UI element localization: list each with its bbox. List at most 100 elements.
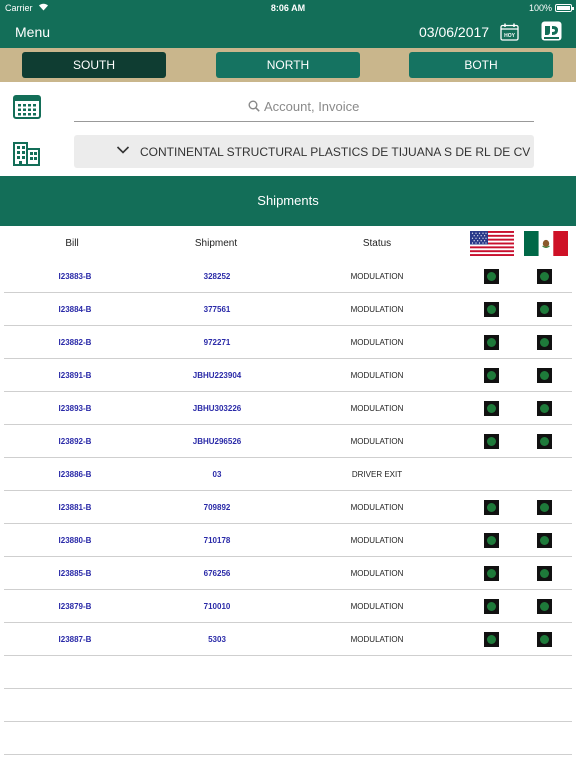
search-input[interactable]: [264, 96, 524, 116]
shipment-link[interactable]: 972271: [162, 338, 272, 347]
table-row[interactable]: I23892-B JBHU296526 MODULATION: [4, 425, 572, 458]
us-status-indicator: [484, 566, 499, 581]
status-label: MODULATION: [350, 437, 404, 446]
shipment-link[interactable]: 377561: [162, 305, 272, 314]
mexico-flag-icon: [524, 231, 568, 256]
battery-percent: 100%: [528, 3, 552, 13]
mx-status-indicator: [537, 302, 552, 317]
clock-label: 8:06 AM: [270, 3, 306, 13]
mx-status-indicator: [537, 434, 552, 449]
hoy-label: HOY: [504, 33, 516, 39]
mx-status-indicator: [537, 599, 552, 614]
us-flag-icon: [470, 231, 514, 256]
us-status-indicator: [484, 533, 499, 548]
us-status-indicator: [484, 302, 499, 317]
bill-link[interactable]: I23891-B: [32, 371, 118, 380]
table-row[interactable]: I23879-B 710010 MODULATION: [4, 590, 572, 623]
status-label: MODULATION: [350, 272, 404, 281]
segment-both[interactable]: BOTH: [409, 52, 553, 78]
date-label: 03/06/2017: [419, 24, 490, 40]
client-dropdown[interactable]: CONTINENTAL STRUCTURAL PLASTICS DE TIJUA…: [74, 135, 534, 168]
us-status-indicator: [484, 434, 499, 449]
shipments-header: Shipments: [0, 176, 576, 226]
bill-link[interactable]: I23885-B: [32, 569, 118, 578]
battery-icon: [555, 4, 574, 12]
status-label: MODULATION: [350, 536, 404, 545]
shipment-link[interactable]: JBHU223904: [162, 371, 272, 380]
table-row[interactable]: I23885-B 676256 MODULATION: [4, 557, 572, 590]
shipment-link[interactable]: 709892: [162, 503, 272, 512]
nav-bar: Menu 03/06/2017 HOY: [0, 16, 576, 48]
status-label: MODULATION: [350, 569, 404, 578]
table-row[interactable]: I23883-B 328252 MODULATION: [4, 260, 572, 293]
mx-status-indicator: [537, 500, 552, 515]
table-row[interactable]: I23881-B 709892 MODULATION: [4, 491, 572, 524]
shipment-link[interactable]: 03: [162, 470, 272, 479]
bill-link[interactable]: I23886-B: [32, 470, 118, 479]
status-label: MODULATION: [350, 404, 404, 413]
client-name: CONTINENTAL STRUCTURAL PLASTICS DE TIJUA…: [140, 145, 531, 159]
bill-link[interactable]: I23884-B: [32, 305, 118, 314]
segment-south[interactable]: SOUTH: [22, 52, 166, 78]
bill-link[interactable]: I23887-B: [32, 635, 118, 644]
status-bar: Carrier 8:06 AM 100%: [0, 0, 576, 16]
empty-row: [4, 722, 572, 755]
us-status-indicator: [484, 500, 499, 515]
calendar-icon[interactable]: [13, 95, 41, 119]
mx-status-indicator: [537, 269, 552, 284]
menu-button[interactable]: Menu: [15, 24, 50, 40]
bill-link[interactable]: I23893-B: [32, 404, 118, 413]
region-segmented-control: SOUTH NORTH BOTH: [0, 48, 576, 82]
bill-link[interactable]: I23882-B: [32, 338, 118, 347]
mx-status-indicator: [537, 533, 552, 548]
table-row[interactable]: I23880-B 710178 MODULATION: [4, 524, 572, 557]
calendar-today-icon[interactable]: HOY: [500, 23, 519, 41]
app-logo-icon[interactable]: [541, 21, 562, 41]
status-label: MODULATION: [350, 305, 404, 314]
search-field: [74, 90, 534, 122]
shipment-link[interactable]: 710010: [162, 602, 272, 611]
status-label: MODULATION: [350, 602, 404, 611]
mx-status-indicator: [537, 566, 552, 581]
bill-link[interactable]: I23892-B: [32, 437, 118, 446]
us-status-indicator: [484, 401, 499, 416]
shipment-link[interactable]: 676256: [162, 569, 272, 578]
table-row[interactable]: I23882-B 972271 MODULATION: [4, 326, 572, 359]
shipment-link[interactable]: 710178: [162, 536, 272, 545]
us-status-indicator: [484, 368, 499, 383]
table-row[interactable]: I23891-B JBHU223904 MODULATION: [4, 359, 572, 392]
empty-row: [4, 656, 572, 689]
table-row[interactable]: I23887-B 5303 MODULATION: [4, 623, 572, 656]
table-row[interactable]: I23884-B 377561 MODULATION: [4, 293, 572, 326]
mx-status-indicator: [537, 401, 552, 416]
column-bill: Bill: [65, 238, 79, 249]
shipment-link[interactable]: 5303: [162, 635, 272, 644]
bill-link[interactable]: I23879-B: [32, 602, 118, 611]
status-label: MODULATION: [350, 338, 404, 347]
table-header: Bill Shipment Status: [0, 226, 576, 260]
segment-north[interactable]: NORTH: [216, 52, 360, 78]
us-status-indicator: [484, 599, 499, 614]
mx-status-indicator: [537, 632, 552, 647]
building-icon: [13, 142, 40, 166]
bill-link[interactable]: I23883-B: [32, 272, 118, 281]
us-status-indicator: [484, 335, 499, 350]
mx-status-indicator: [537, 335, 552, 350]
search-icon: [248, 100, 260, 112]
column-status: Status: [362, 238, 392, 249]
shipment-link[interactable]: 328252: [162, 272, 272, 281]
us-status-indicator: [484, 269, 499, 284]
status-label: MODULATION: [350, 635, 404, 644]
table-row[interactable]: I23886-B 03 DRIVER EXIT: [4, 458, 572, 491]
status-label: MODULATION: [350, 503, 404, 512]
shipment-link[interactable]: JBHU303226: [162, 404, 272, 413]
status-label: MODULATION: [350, 371, 404, 380]
shipment-link[interactable]: JBHU296526: [162, 437, 272, 446]
chevron-down-icon: [116, 146, 130, 154]
status-label: DRIVER EXIT: [351, 470, 403, 479]
mx-status-indicator: [537, 368, 552, 383]
bill-link[interactable]: I23881-B: [32, 503, 118, 512]
bill-link[interactable]: I23880-B: [32, 536, 118, 545]
table-row[interactable]: I23893-B JBHU303226 MODULATION: [4, 392, 572, 425]
us-status-indicator: [484, 632, 499, 647]
